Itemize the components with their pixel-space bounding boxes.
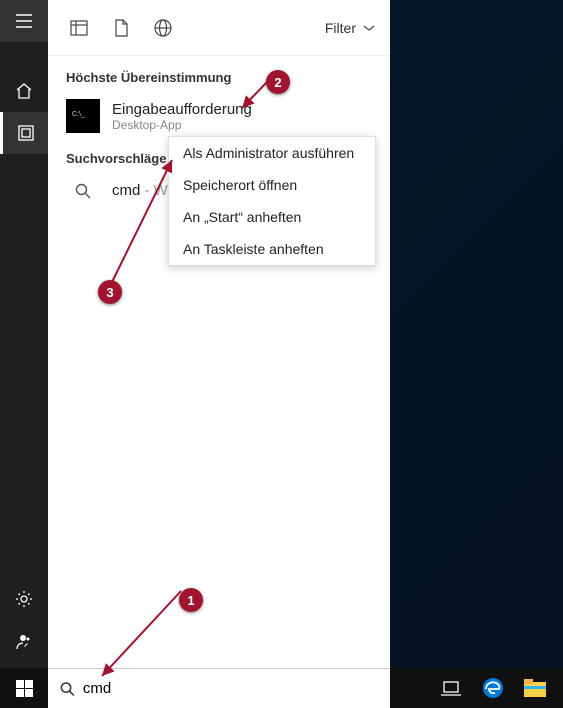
header-tab-web-icon[interactable] bbox=[146, 11, 180, 45]
desktop-shade bbox=[390, 0, 563, 668]
annotation-badge-2: 2 bbox=[266, 70, 290, 94]
edge-browser-icon[interactable] bbox=[473, 668, 513, 708]
apps-icon[interactable] bbox=[0, 112, 48, 154]
search-box[interactable] bbox=[48, 668, 390, 708]
taskbar bbox=[0, 668, 563, 708]
header-tab-all-icon[interactable] bbox=[62, 11, 96, 45]
context-menu: Als Administrator ausführen Speicherort … bbox=[168, 136, 376, 266]
search-results-panel: Filter Höchste Übereinstimmung C:\_ Eing… bbox=[48, 0, 390, 668]
chevron-down-icon bbox=[362, 23, 376, 33]
search-input[interactable] bbox=[83, 680, 378, 697]
context-run-as-admin[interactable]: Als Administrator ausführen bbox=[169, 137, 375, 169]
best-match-result[interactable]: C:\_ Eingabeaufforderung Desktop-App bbox=[48, 95, 390, 137]
best-match-text: Eingabeaufforderung Desktop-App bbox=[112, 101, 252, 132]
result-subtitle: Desktop-App bbox=[112, 118, 252, 132]
filter-dropdown[interactable]: Filter bbox=[325, 20, 376, 36]
start-menu-sidebar bbox=[0, 0, 48, 668]
context-pin-taskbar[interactable]: An Taskleiste anheften bbox=[169, 233, 375, 265]
context-pin-start[interactable]: An „Start“ anheften bbox=[169, 201, 375, 233]
suggestion-term: cmd bbox=[112, 182, 140, 199]
annotation-badge-3: 3 bbox=[98, 280, 122, 304]
annotation-badge-1: 1 bbox=[179, 588, 203, 612]
menu-icon[interactable] bbox=[0, 0, 48, 42]
svg-text:C:\_: C:\_ bbox=[72, 111, 85, 118]
header-tab-documents-icon[interactable] bbox=[104, 11, 138, 45]
file-explorer-icon[interactable] bbox=[515, 668, 555, 708]
best-match-label: Höchste Übereinstimmung bbox=[48, 56, 390, 95]
settings-gear-icon[interactable] bbox=[0, 578, 48, 620]
search-icon bbox=[66, 183, 100, 199]
filter-label: Filter bbox=[325, 20, 356, 36]
start-button[interactable] bbox=[0, 668, 48, 708]
cmd-app-icon: C:\_ bbox=[66, 99, 100, 133]
windows-logo-icon bbox=[16, 680, 33, 697]
context-open-location[interactable]: Speicherort öffnen bbox=[169, 169, 375, 201]
account-icon[interactable] bbox=[0, 620, 48, 662]
panel-header: Filter bbox=[48, 0, 390, 56]
home-icon[interactable] bbox=[0, 70, 48, 112]
search-icon bbox=[60, 681, 75, 697]
result-title: Eingabeaufforderung bbox=[112, 101, 252, 118]
task-view-icon[interactable] bbox=[431, 668, 471, 708]
